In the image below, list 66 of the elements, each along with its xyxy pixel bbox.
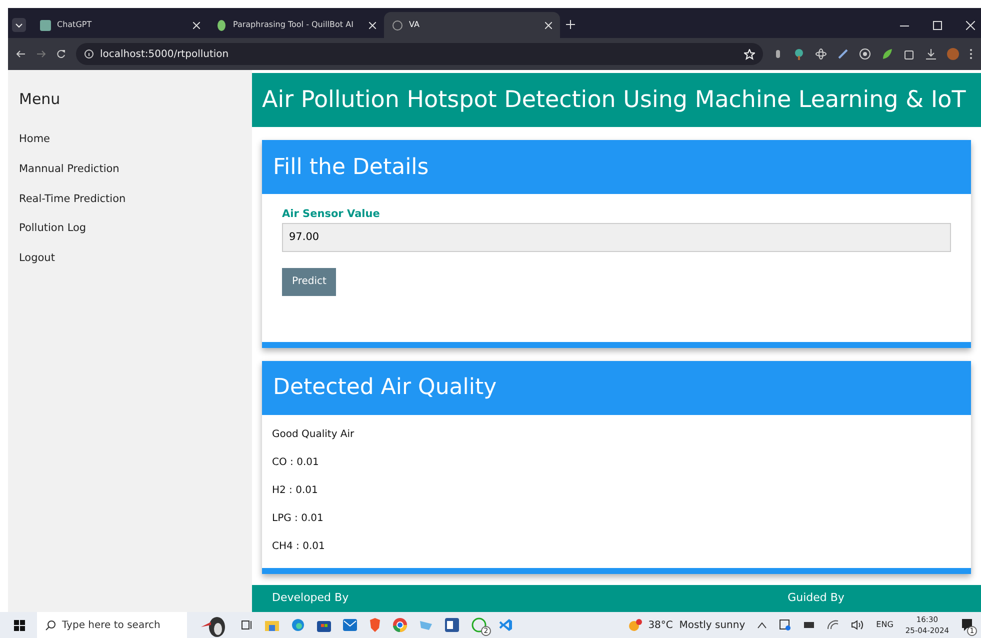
info-icon [84, 49, 94, 59]
new-tab-icon[interactable] [566, 20, 575, 29]
weather-icon [628, 618, 644, 632]
field-label: Air Sensor Value [282, 207, 381, 222]
chevron-up-icon[interactable] [757, 621, 768, 629]
close-icon[interactable] [193, 22, 200, 28]
close-icon[interactable] [369, 22, 376, 28]
store-icon[interactable] [317, 618, 331, 632]
word-icon[interactable] [445, 618, 459, 632]
card-title: Fill the Details [262, 140, 971, 194]
sidebar-link[interactable]: Mannual Prediction [19, 162, 241, 178]
atom-icon[interactable] [815, 48, 827, 60]
sidebar-link[interactable]: Pollution Log [19, 221, 241, 237]
close-icon[interactable] [966, 20, 975, 30]
sidebar-link[interactable]: Home [19, 132, 241, 148]
close-icon[interactable] [545, 22, 552, 28]
menu-icon[interactable] [969, 48, 973, 60]
result-text: CO : 0.01 [272, 456, 320, 470]
code-editor-icon[interactable] [499, 618, 513, 632]
reload-icon[interactable] [56, 49, 66, 59]
page-title: Air Pollution Hotspot Detection Using Machine Learning & IoT [252, 73, 981, 127]
task-view-icon[interactable] [241, 619, 253, 631]
sidebar-link[interactable]: Logout [19, 251, 241, 267]
input-field[interactable]: 97.00 [282, 222, 951, 252]
tab-favicon-icon [216, 20, 227, 30]
maximize-icon[interactable] [933, 20, 942, 30]
chrome-icon[interactable] [393, 618, 407, 632]
browser-icon[interactable] [291, 618, 305, 632]
language-indicator[interactable]: ENG [876, 619, 894, 631]
card-title: Detected Air Quality [262, 360, 971, 415]
predict-button[interactable]: Predict [282, 268, 336, 296]
url-text: localhost:5000/rtpollution [100, 48, 229, 62]
result-text: H2 : 0.01 [272, 484, 319, 498]
sidebar-link[interactable]: Real-Time Prediction [19, 192, 241, 208]
footer-text: Guided By [788, 590, 844, 606]
wifi-icon[interactable] [827, 620, 840, 630]
windows-start-icon[interactable] [14, 620, 25, 630]
globe-icon [392, 20, 403, 30]
result-text: Good Quality Air [272, 428, 356, 442]
download-icon[interactable] [925, 48, 937, 60]
forward-icon[interactable] [36, 49, 46, 59]
search-placeholder: Type here to search [62, 618, 160, 632]
shield-icon[interactable] [369, 618, 381, 632]
tree-icon[interactable] [793, 48, 805, 60]
star-icon[interactable] [744, 48, 755, 60]
speaker-icon[interactable] [851, 620, 864, 630]
folder-icon[interactable] [265, 619, 279, 631]
leaf-icon[interactable] [881, 48, 893, 60]
browser-tab[interactable]: Paraphrasing Tool - QuillBot AI [208, 12, 384, 38]
search-icon [45, 620, 56, 630]
taskbar-search-field[interactable]: Type here to search [37, 612, 187, 638]
browser-tab[interactable]: ChatGPT [32, 12, 208, 38]
result-text: CH4 : 0.01 [272, 540, 326, 554]
result-text: LPG : 0.01 [272, 512, 324, 526]
browser-tab[interactable]: VA [384, 12, 560, 38]
mail-icon[interactable] [343, 619, 357, 631]
sidebar-title: Menu [19, 90, 62, 108]
tab-list-icon[interactable] [12, 18, 26, 32]
weather-text[interactable]: 38°C Mostly sunny [648, 618, 746, 632]
address-bar[interactable]: localhost:5000/rtpollution [76, 43, 763, 65]
battery-icon[interactable] [803, 621, 816, 629]
footer-text: Developed By [272, 590, 349, 606]
tab-favicon-icon [40, 20, 51, 30]
extension-icon[interactable] [773, 48, 783, 60]
network-icon[interactable] [779, 619, 792, 631]
back-icon[interactable] [16, 49, 26, 59]
